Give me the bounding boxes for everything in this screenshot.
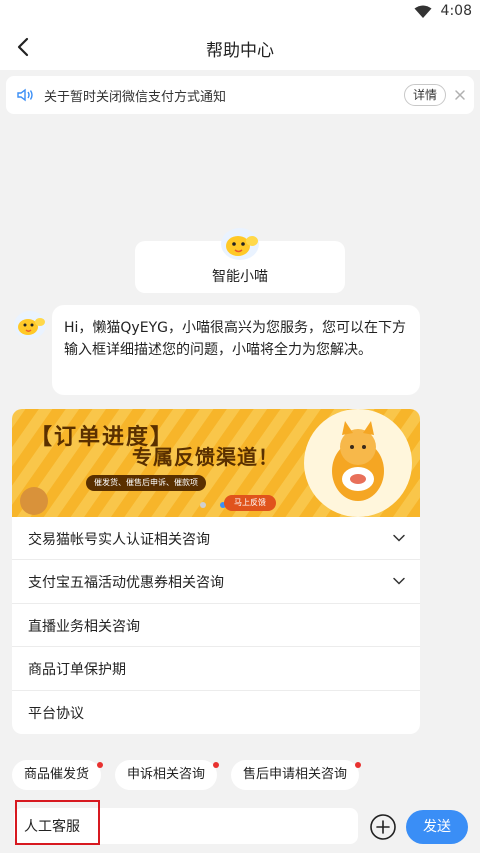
faq-item-alipay-wufu[interactable]: 支付宝五福活动优惠券相关咨询 — [12, 560, 420, 604]
order-progress-banner[interactable]: 【订单进度】 专属反馈渠道！ 催发货、催售后申诉、催款项 马上反馈 — [12, 409, 420, 517]
notice-text[interactable]: 关于暂时关闭微信支付方式通知 — [44, 86, 226, 105]
bot-avatar — [221, 228, 259, 260]
speaker-icon — [17, 88, 33, 102]
faq-item-label: 商品订单保护期 — [28, 662, 126, 679]
bot-name: 智能小喵 — [212, 269, 268, 285]
red-dot-badge — [355, 762, 362, 768]
faq-list: 交易猫帐号实人认证相关咨询 支付宝五福活动优惠券相关咨询 直播业务相关咨询 商品… — [12, 517, 420, 734]
page-title: 帮助中心 — [206, 41, 274, 61]
faq-item-label: 平台协议 — [28, 705, 84, 722]
greeting-message: Hi，懒猫QyEYG，小喵很高兴为您服务，您可以在下方输入框详细描述您的问题，小… — [52, 305, 420, 395]
banner-feedback-button[interactable]: 马上反馈 — [224, 495, 276, 511]
faq-card: 【订单进度】 专属反馈渠道！ 催发货、催售后申诉、催款项 马上反馈 交易猫帐号实… — [12, 409, 420, 734]
header: 帮助中心 — [0, 24, 480, 70]
quick-chips: 商品催发货 申诉相关咨询 售后申请相关咨询 — [12, 760, 472, 790]
notice-bar[interactable]: 关于暂时关闭微信支付方式通知 详情 — [6, 76, 474, 114]
faq-item-live-streaming[interactable]: 直播业务相关咨询 — [12, 604, 420, 648]
chip-label: 商品催发货 — [24, 767, 90, 782]
red-dot-badge — [213, 762, 220, 768]
faq-item-label: 支付宝五福活动优惠券相关咨询 — [28, 575, 224, 592]
wifi-icon — [414, 5, 432, 18]
notice-detail-button[interactable]: 详情 — [404, 84, 446, 106]
highlight-box — [15, 800, 100, 845]
faq-item-platform-agreement[interactable]: 平台协议 — [12, 691, 420, 734]
faq-item-label: 直播业务相关咨询 — [28, 618, 140, 635]
chip-label: 申诉相关咨询 — [127, 767, 206, 782]
banner-tags: 催发货、催售后申诉、催款项 — [86, 475, 206, 491]
close-icon[interactable] — [452, 87, 468, 103]
banner-subtitle: 专属反馈渠道！ — [132, 445, 279, 469]
chip-appeal[interactable]: 申诉相关咨询 — [115, 760, 220, 790]
chevron-down-icon[interactable] — [392, 531, 406, 545]
chip-after-sales[interactable]: 售后申请相关咨询 — [231, 760, 362, 790]
chip-label: 售后申请相关咨询 — [243, 767, 348, 782]
faq-item-account-verification[interactable]: 交易猫帐号实人认证相关咨询 — [12, 517, 420, 561]
bot-avatar-small — [14, 311, 46, 339]
send-button[interactable]: 发送 — [406, 810, 468, 844]
chip-urge-shipping[interactable]: 商品催发货 — [12, 760, 104, 790]
status-time: 4:08 — [440, 3, 472, 19]
status-bar: 4:08 — [0, 0, 480, 24]
red-dot-badge — [97, 762, 104, 768]
faq-item-label: 交易猫帐号实人认证相关咨询 — [28, 532, 210, 548]
faq-item-order-protection[interactable]: 商品订单保护期 — [12, 647, 420, 691]
plus-circle-icon[interactable] — [369, 813, 397, 841]
chevron-down-icon[interactable] — [392, 574, 406, 588]
